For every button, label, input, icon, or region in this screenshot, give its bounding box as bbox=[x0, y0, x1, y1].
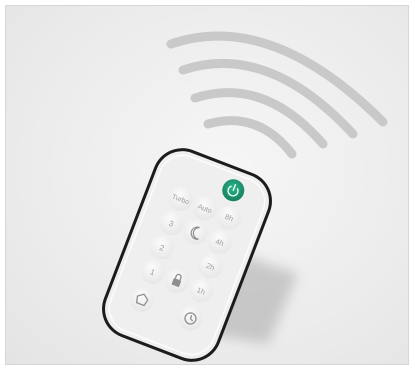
image-frame: Turbo Auto 8h 3 4h 2 2h 1 1h bbox=[5, 5, 409, 365]
signal-waves bbox=[166, 31, 388, 159]
remote-scene: Turbo Auto 8h 3 4h 2 2h 1 1h bbox=[102, 31, 388, 362]
signal-wave-inner bbox=[203, 116, 297, 159]
